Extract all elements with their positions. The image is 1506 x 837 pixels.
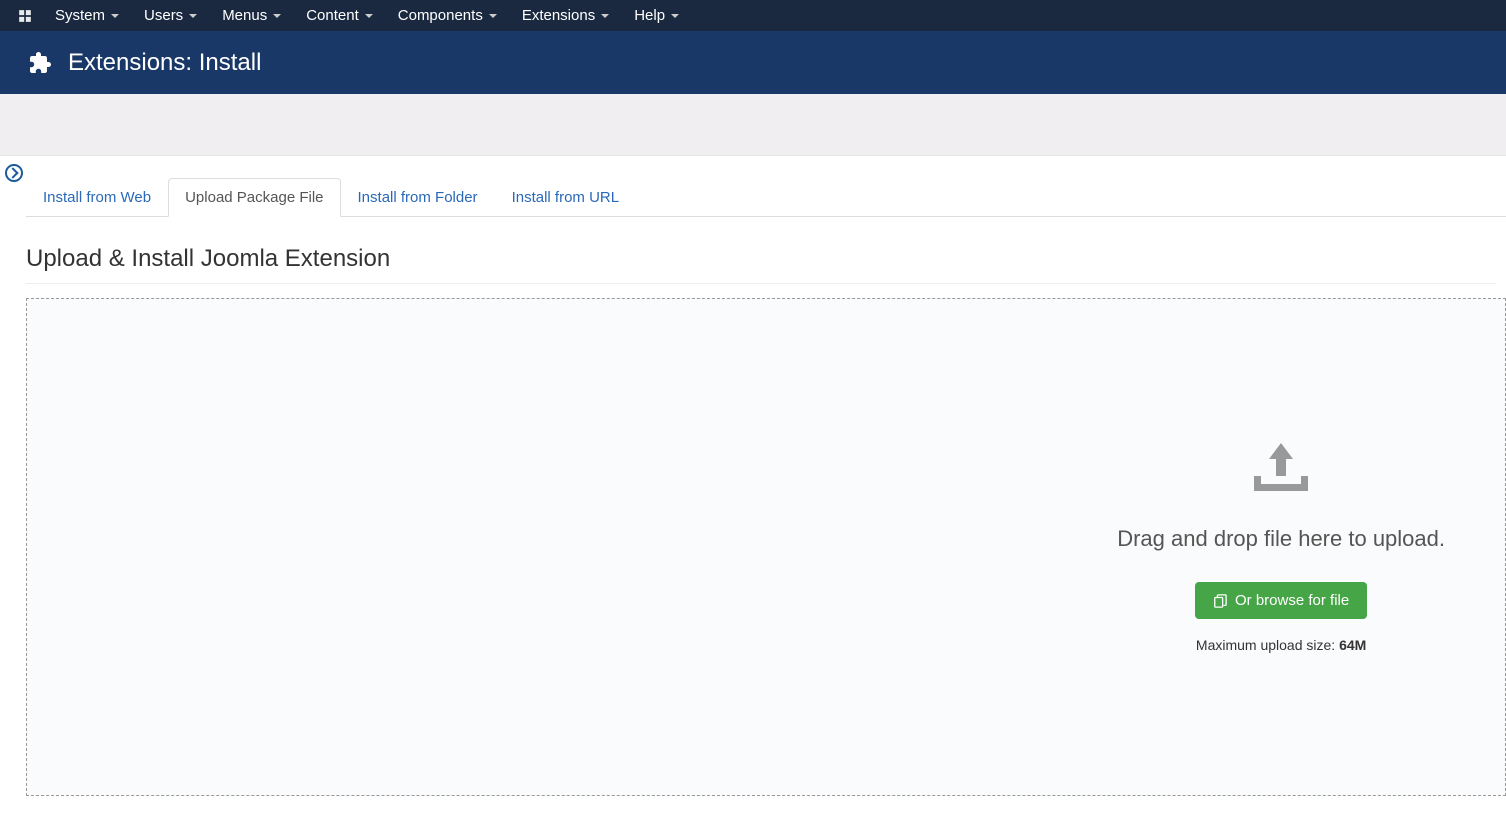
nav-system[interactable]: System: [55, 7, 119, 24]
browse-button[interactable]: Or browse for file: [1195, 582, 1367, 619]
upload-icon: [1253, 441, 1309, 491]
nav-components[interactable]: Components: [398, 7, 497, 24]
caret-down-icon: [273, 14, 281, 18]
toolbar-area: [0, 94, 1506, 156]
tab-install-from-folder[interactable]: Install from Folder: [341, 178, 495, 216]
nav-items: System Users Menus Content Components Ex…: [55, 7, 679, 24]
content-area: Install from Web Upload Package File Ins…: [0, 156, 1506, 796]
nav-users[interactable]: Users: [144, 7, 197, 24]
caret-down-icon: [489, 14, 497, 18]
sidebar-toggle-icon[interactable]: [5, 164, 23, 182]
top-navigation: System Users Menus Content Components Ex…: [0, 0, 1506, 31]
nav-content[interactable]: Content: [306, 7, 373, 24]
nav-extensions[interactable]: Extensions: [522, 7, 609, 24]
section-title: Upload & Install Joomla Extension: [26, 245, 1496, 284]
joomla-logo-icon: [15, 6, 35, 26]
browse-label: Or browse for file: [1235, 592, 1349, 609]
puzzle-piece-icon: [28, 51, 52, 75]
nav-help[interactable]: Help: [634, 7, 679, 24]
nav-menus[interactable]: Menus: [222, 7, 281, 24]
caret-down-icon: [111, 14, 119, 18]
tab-install-from-url[interactable]: Install from URL: [495, 178, 637, 216]
tab-install-from-web[interactable]: Install from Web: [26, 178, 168, 216]
caret-down-icon: [365, 14, 373, 18]
max-upload-size: Maximum upload size: 64M: [1196, 637, 1366, 653]
tabs: Install from Web Upload Package File Ins…: [26, 156, 1506, 217]
copy-icon: [1213, 594, 1227, 608]
upload-content: Drag and drop file here to upload. Or br…: [1117, 441, 1445, 653]
page-header: Extensions: Install: [0, 31, 1506, 94]
page-title: Extensions: Install: [68, 49, 261, 77]
caret-down-icon: [671, 14, 679, 18]
upload-dropzone[interactable]: Drag and drop file here to upload. Or br…: [26, 298, 1506, 796]
caret-down-icon: [601, 14, 609, 18]
tab-upload-package-file[interactable]: Upload Package File: [168, 178, 340, 217]
caret-down-icon: [189, 14, 197, 18]
drag-drop-text: Drag and drop file here to upload.: [1117, 526, 1445, 552]
